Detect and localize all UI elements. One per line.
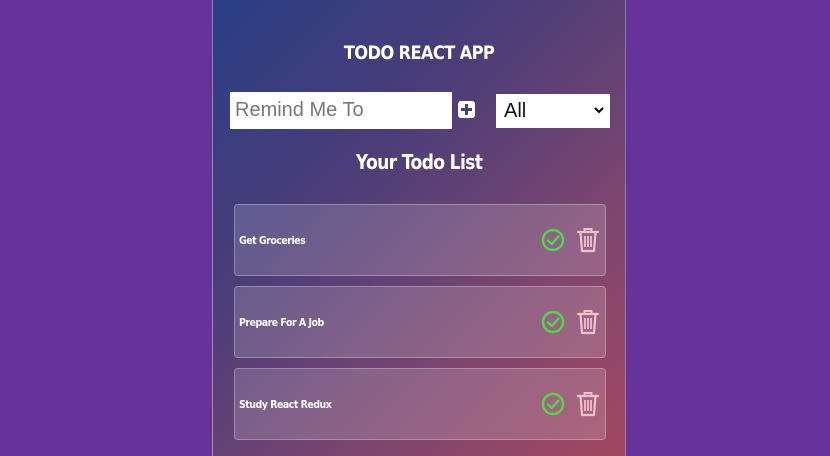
todo-text: Prepare For A Job	[239, 316, 324, 329]
todo-text: Get Groceries	[239, 234, 306, 247]
list-title: Your Todo List	[355, 150, 483, 174]
add-todo-button[interactable]	[458, 101, 475, 118]
delete-button[interactable]	[575, 390, 601, 418]
trash-icon	[576, 228, 600, 253]
chevron-down-icon	[594, 107, 604, 114]
trash-icon	[576, 392, 600, 417]
complete-button[interactable]	[540, 390, 566, 418]
trash-icon	[576, 310, 600, 335]
todo-input[interactable]	[230, 92, 452, 129]
page-background: TODO REACT APP All Your Todo List Get Gr…	[0, 0, 830, 456]
check-circle-icon	[541, 228, 565, 252]
todo-text: Study React Redux	[239, 398, 332, 411]
todo-item: Get Groceries	[234, 204, 606, 276]
check-circle-icon	[541, 392, 565, 416]
check-circle-icon	[541, 310, 565, 334]
todo-item: Prepare For A Job	[234, 286, 606, 358]
delete-button[interactable]	[575, 226, 601, 254]
todo-list: Get Groceries Prepare For A Job Study Re…	[234, 204, 606, 450]
complete-button[interactable]	[540, 226, 566, 254]
complete-button[interactable]	[540, 308, 566, 336]
todo-item: Study React Redux	[234, 368, 606, 440]
filter-select[interactable]: All	[496, 94, 610, 128]
todo-app-panel: TODO REACT APP All Your Todo List Get Gr…	[212, 0, 626, 456]
app-title: TODO REACT APP	[343, 42, 495, 64]
filter-selected-value: All	[504, 100, 527, 122]
delete-button[interactable]	[575, 308, 601, 336]
